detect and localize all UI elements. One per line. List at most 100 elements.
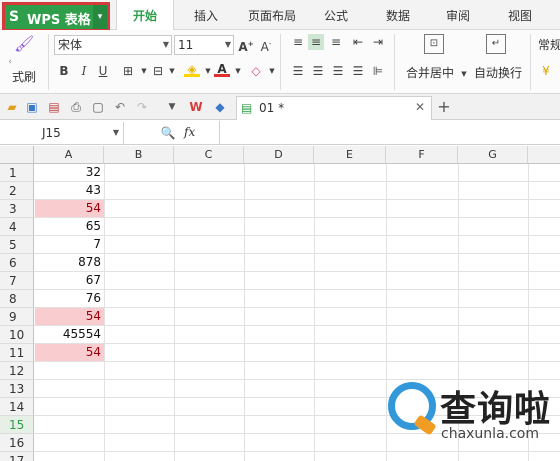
row-header[interactable]: 13: [0, 380, 34, 398]
borders-icon[interactable]: ⊞: [120, 63, 136, 79]
decrease-indent-icon[interactable]: ⇤: [350, 34, 366, 50]
tab-page-layout[interactable]: 页面布局: [240, 0, 304, 30]
column-header-g[interactable]: G: [458, 146, 528, 164]
clear-format-icon[interactable]: ◇: [248, 63, 264, 79]
tab-home[interactable]: 开始: [116, 0, 174, 31]
customize-toolbar-icon[interactable]: ▼: [164, 99, 180, 115]
font-size-select[interactable]: 11 ▼: [174, 35, 234, 55]
row-header[interactable]: 7: [0, 272, 34, 290]
align-right-icon[interactable]: ☰: [330, 63, 346, 79]
align-middle-icon[interactable]: ≡: [308, 34, 324, 50]
row-header[interactable]: 2: [0, 182, 34, 200]
decrease-font-icon[interactable]: A-: [258, 36, 274, 54]
templates-cube-icon[interactable]: ◆: [212, 99, 228, 115]
underline-icon[interactable]: U: [95, 63, 111, 79]
chevron-down-icon[interactable]: ▾: [93, 5, 107, 29]
chevron-down-icon[interactable]: ▼: [113, 122, 119, 144]
row-header[interactable]: 5: [0, 236, 34, 254]
wrap-text-icon[interactable]: ↵: [486, 34, 506, 54]
align-bottom-icon[interactable]: ≡: [328, 34, 344, 50]
align-top-icon[interactable]: ≡: [290, 34, 306, 50]
save-icon[interactable]: ▣: [24, 99, 40, 115]
open-folder-icon[interactable]: ▰: [4, 99, 20, 115]
print-preview-icon[interactable]: ▢: [90, 99, 106, 115]
fill-color-icon[interactable]: ◈: [184, 61, 200, 77]
row-header[interactable]: 6: [0, 254, 34, 272]
cell-a4[interactable]: 65: [35, 218, 104, 235]
cell-a8[interactable]: 76: [35, 290, 104, 307]
row-header[interactable]: 16: [0, 434, 34, 452]
row-header[interactable]: 3: [0, 200, 34, 218]
number-format-select[interactable]: 常规: [538, 36, 560, 53]
insert-function-button[interactable]: fx: [184, 125, 195, 139]
merge-center-label[interactable]: 合并居中: [406, 64, 454, 81]
merge-center-icon[interactable]: ⊡: [424, 34, 444, 54]
undo-icon[interactable]: ↶: [112, 99, 128, 115]
print-icon[interactable]: ⎙: [68, 99, 84, 115]
cell-a10[interactable]: 45554: [35, 326, 104, 343]
chevron-down-icon[interactable]: ▼: [230, 63, 246, 79]
cell-a2[interactable]: 43: [35, 182, 104, 199]
currency-format-icon[interactable]: ¥: [538, 63, 554, 79]
column-header-h[interactable]: [528, 146, 560, 164]
wrap-text-label[interactable]: 自动换行: [474, 64, 522, 81]
cell-a11[interactable]: 54: [35, 344, 104, 361]
increase-font-icon[interactable]: A+: [238, 36, 254, 54]
document-tab[interactable]: ▤ 01 * ✕: [236, 96, 432, 120]
row-header[interactable]: 12: [0, 362, 34, 380]
row-header[interactable]: 15: [0, 416, 34, 434]
align-left-icon[interactable]: ☰: [290, 63, 306, 79]
column-header-c[interactable]: C: [174, 146, 244, 164]
format-painter-icon[interactable]: 🖌: [14, 36, 34, 52]
formula-input[interactable]: [220, 122, 560, 144]
cell-a7[interactable]: 67: [35, 272, 104, 289]
zoom-search-icon[interactable]: 🔍: [160, 125, 176, 141]
tab-data[interactable]: 数据: [372, 0, 424, 30]
row-header[interactable]: 9: [0, 308, 34, 326]
cell-a6[interactable]: 878: [35, 254, 104, 271]
wps-app-menu-button[interactable]: S WPS 表格 ▾: [2, 2, 110, 32]
distributed-align-icon[interactable]: ⊫: [370, 63, 386, 79]
column-header-d[interactable]: D: [244, 146, 314, 164]
cell-a3[interactable]: 54: [35, 200, 104, 217]
chevron-down-icon: ▼: [224, 40, 231, 49]
font-name-select[interactable]: 宋体 ▼: [54, 35, 172, 55]
row-header[interactable]: 8: [0, 290, 34, 308]
tab-formulas[interactable]: 公式: [310, 0, 362, 30]
grid-line: [34, 235, 560, 236]
row-header[interactable]: 10: [0, 326, 34, 344]
column-header-b[interactable]: B: [104, 146, 174, 164]
ribbon-divider: [48, 34, 49, 90]
format-painter-label[interactable]: 式刷: [12, 68, 36, 85]
tab-view[interactable]: 视图: [494, 0, 546, 30]
column-header-e[interactable]: E: [314, 146, 386, 164]
redo-icon[interactable]: ↷: [134, 99, 150, 115]
tab-insert[interactable]: 插入: [180, 0, 232, 30]
row-header[interactable]: 17: [0, 452, 34, 461]
cell-a1[interactable]: 32: [35, 164, 104, 181]
tab-review[interactable]: 审阅: [432, 0, 484, 30]
bold-icon[interactable]: B: [56, 63, 72, 79]
wps-home-icon[interactable]: W: [188, 99, 204, 115]
chevron-down-icon[interactable]: ▼: [456, 66, 472, 82]
row-header[interactable]: 11: [0, 344, 34, 362]
row-header[interactable]: 14: [0, 398, 34, 416]
column-header-f[interactable]: F: [386, 146, 458, 164]
cell-a9[interactable]: 54: [35, 308, 104, 325]
new-tab-plus-icon[interactable]: +: [436, 99, 452, 115]
chevron-down-icon[interactable]: ▼: [264, 63, 280, 79]
font-color-icon[interactable]: A: [214, 61, 230, 77]
close-icon[interactable]: ✕: [415, 100, 425, 114]
row-header[interactable]: 4: [0, 218, 34, 236]
chevron-down-icon[interactable]: ▼: [164, 63, 180, 79]
select-all-corner[interactable]: [0, 146, 34, 164]
increase-indent-icon[interactable]: ⇥: [370, 34, 386, 50]
cell-a5[interactable]: 7: [35, 236, 104, 253]
italic-icon[interactable]: I: [76, 63, 92, 79]
export-pdf-icon[interactable]: ▤: [46, 99, 62, 115]
align-center-icon[interactable]: ☰: [310, 63, 326, 79]
row-header[interactable]: 1: [0, 164, 34, 182]
justify-icon[interactable]: ☰: [350, 63, 366, 79]
column-header-a[interactable]: A: [34, 146, 104, 164]
name-box[interactable]: J15 ▼: [0, 122, 124, 144]
